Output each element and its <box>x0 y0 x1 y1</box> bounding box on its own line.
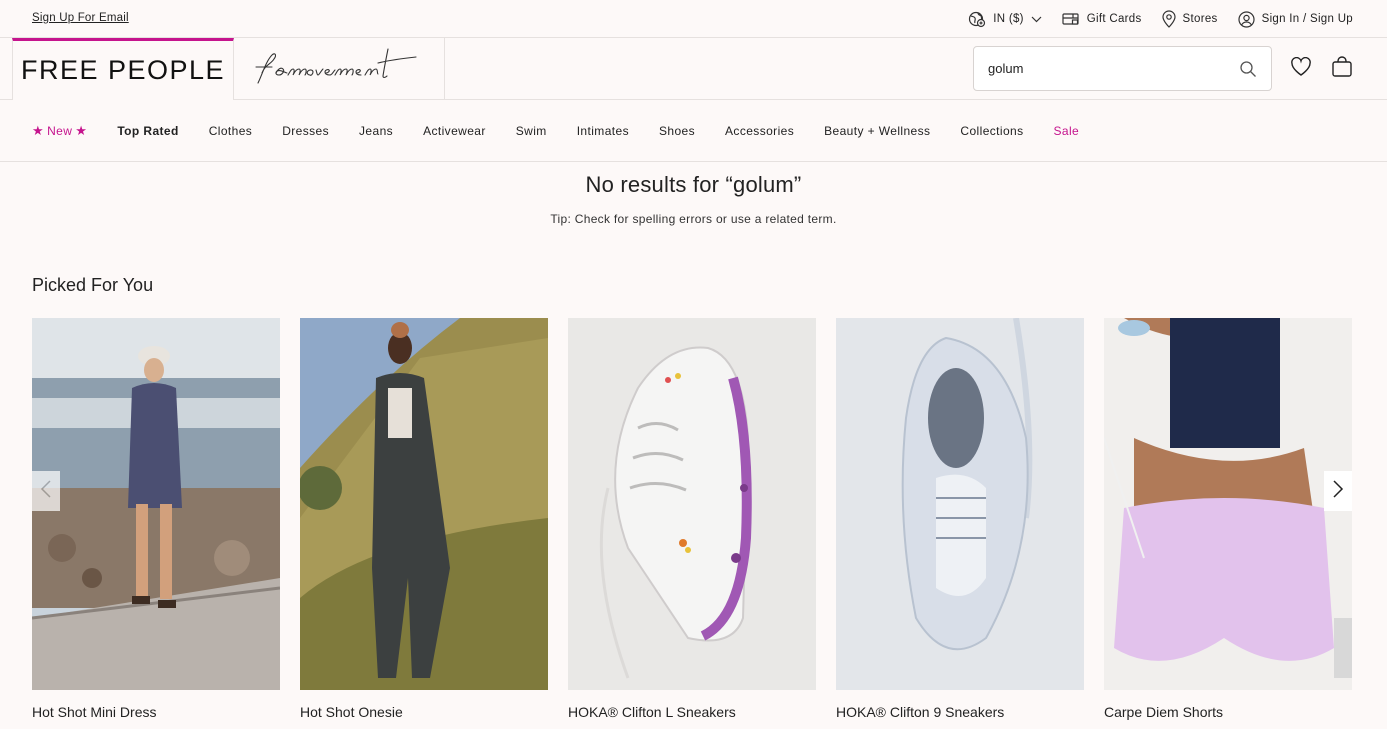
product-image <box>300 318 548 690</box>
region-selector[interactable]: IN ($) <box>968 10 1042 28</box>
sign-in-label: Sign In / Sign Up <box>1261 13 1353 25</box>
user-icon <box>1237 10 1255 28</box>
utility-links: IN ($) Gift Cards Stores Sign In / Sign … <box>968 8 1353 30</box>
nav-item-sale[interactable]: Sale <box>1054 124 1080 138</box>
nav-item-accessories[interactable]: Accessories <box>725 124 794 138</box>
star-icon: ★ <box>75 123 88 138</box>
product-image <box>1104 318 1352 690</box>
location-pin-icon <box>1161 10 1176 28</box>
no-results-tip: Tip: Check for spelling errors or use a … <box>550 212 837 226</box>
nav-item-clothes[interactable]: Clothes <box>209 124 253 138</box>
product-card[interactable]: Hot Shot Onesie <box>300 318 548 720</box>
chevron-down-icon <box>1031 16 1042 23</box>
category-nav: ★ New ★ Top Rated Clothes Dresses Jeans … <box>0 100 1387 162</box>
product-card[interactable]: Carpe Diem Shorts <box>1104 318 1352 720</box>
product-name[interactable]: Hot Shot Mini Dress <box>32 704 280 720</box>
product-carousel: Hot Shot Mini Dress Hot Shot Onesie HOKA… <box>32 318 1352 729</box>
nav-item-dresses[interactable]: Dresses <box>282 124 329 138</box>
chevron-left-icon <box>40 479 52 504</box>
product-image <box>568 318 816 690</box>
search-input[interactable] <box>988 61 1239 76</box>
gift-cards-label: Gift Cards <box>1086 13 1142 25</box>
globe-icon <box>968 10 986 28</box>
main-header: FREE PEOPLE <box>0 38 1387 100</box>
product-image <box>32 318 280 690</box>
utility-bar: Sign Up For Email IN ($) Gift Cards Stor… <box>0 0 1387 38</box>
stores-link[interactable]: Stores <box>1161 10 1218 28</box>
nav-item-intimates[interactable]: Intimates <box>577 124 629 138</box>
search-bar <box>973 46 1272 91</box>
fp-movement-logo <box>252 43 427 96</box>
sign-in-link[interactable]: Sign In / Sign Up <box>1237 10 1353 28</box>
star-icon: ★ <box>32 123 45 138</box>
nav-item-shoes[interactable]: Shoes <box>659 124 695 138</box>
product-card[interactable]: Hot Shot Mini Dress <box>32 318 280 720</box>
nav-item-collections[interactable]: Collections <box>960 124 1023 138</box>
bag-icon[interactable] <box>1331 56 1353 83</box>
free-people-logo-tab[interactable]: FREE PEOPLE <box>12 38 234 100</box>
stores-label: Stores <box>1182 13 1218 25</box>
product-name[interactable]: Hot Shot Onesie <box>300 704 548 720</box>
nav-item-top-rated[interactable]: Top Rated <box>117 124 178 138</box>
product-card[interactable]: HOKA® Clifton L Sneakers <box>568 318 816 720</box>
gift-cards-link[interactable]: Gift Cards <box>1062 12 1142 26</box>
product-name[interactable]: HOKA® Clifton 9 Sneakers <box>836 704 1084 720</box>
nav-item-activewear[interactable]: Activewear <box>423 124 486 138</box>
gift-card-icon <box>1062 12 1080 26</box>
picked-for-you-title: Picked For You <box>32 275 154 295</box>
nav-item-swim[interactable]: Swim <box>516 124 547 138</box>
no-results-heading: No results for “golum” <box>585 172 802 197</box>
carousel-next-button[interactable] <box>1324 471 1352 511</box>
product-name[interactable]: HOKA® Clifton L Sneakers <box>568 704 816 720</box>
nav-item-new[interactable]: ★ New ★ <box>32 123 87 139</box>
sign-up-email-link[interactable]: Sign Up For Email <box>32 12 129 24</box>
product-name[interactable]: Carpe Diem Shorts <box>1104 704 1352 720</box>
no-results-section: No results for “golum” Tip: Check for sp… <box>0 172 1387 226</box>
chevron-right-icon <box>1332 479 1344 504</box>
search-icon[interactable] <box>1239 60 1257 78</box>
fp-movement-logo-tab[interactable] <box>234 38 445 100</box>
heart-icon[interactable] <box>1290 56 1312 82</box>
product-image <box>836 318 1084 690</box>
nav-item-label: New <box>47 124 73 138</box>
free-people-logo: FREE PEOPLE <box>20 55 226 85</box>
nav-item-jeans[interactable]: Jeans <box>359 124 393 138</box>
carousel-prev-button[interactable] <box>32 471 60 511</box>
nav-item-beauty-wellness[interactable]: Beauty + Wellness <box>824 124 930 138</box>
region-label: IN ($) <box>993 13 1024 25</box>
product-card[interactable]: HOKA® Clifton 9 Sneakers <box>836 318 1084 720</box>
